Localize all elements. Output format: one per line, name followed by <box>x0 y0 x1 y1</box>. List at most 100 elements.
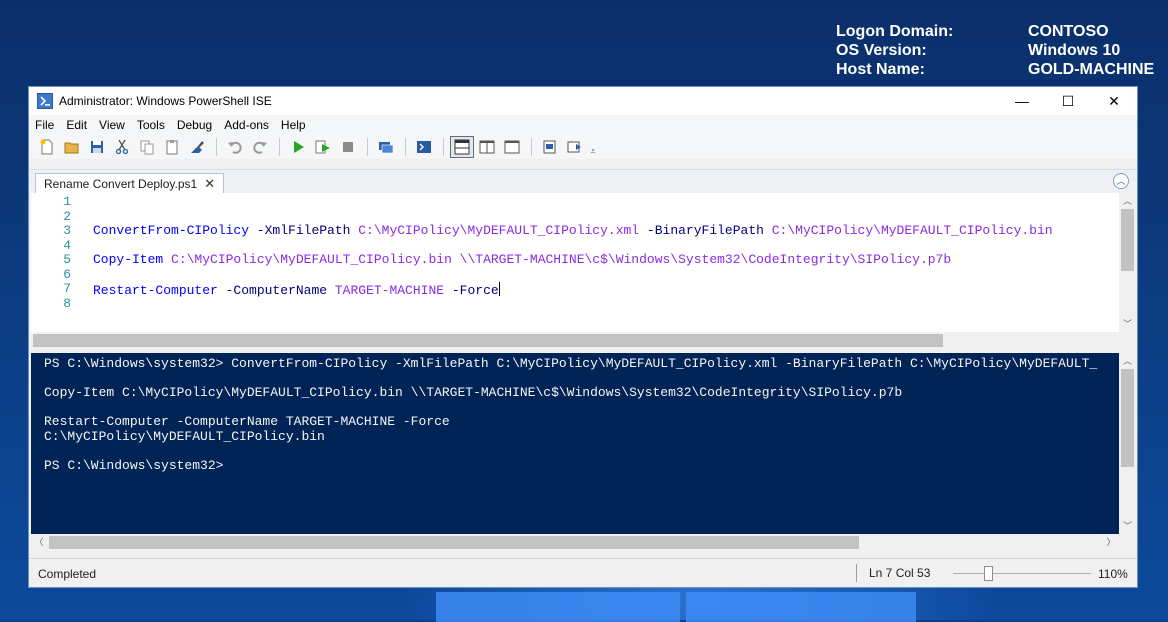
menu-view[interactable]: View <box>93 118 131 132</box>
code-line[interactable]: Copy-Item C:\MyCIPolicy\MyDEFAULT_CIPoli… <box>93 252 1053 268</box>
scroll-left-arrow-icon[interactable]: 〈 <box>31 534 47 551</box>
powershell-ise-icon <box>37 93 53 109</box>
status-separator <box>856 564 857 582</box>
line-number: 5 <box>63 252 71 267</box>
cut-icon[interactable] <box>110 136 134 158</box>
new-file-icon[interactable] <box>35 136 59 158</box>
line-numbers: 12345678 <box>53 194 71 311</box>
code-line[interactable] <box>93 210 1053 225</box>
script-editor[interactable]: 12345678 ConvertFrom-CIPolicy -XmlFilePa… <box>31 193 1119 332</box>
line-number: 8 <box>63 295 71 311</box>
text-caret <box>498 282 500 296</box>
paste-icon[interactable] <box>160 136 184 158</box>
script-pane-right-icon[interactable] <box>475 136 499 158</box>
editor-vertical-scrollbar[interactable]: ︿ ﹀ <box>1119 193 1136 332</box>
show-command-window-icon[interactable] <box>538 136 562 158</box>
code-token-arg: TARGET-MACHINE <box>327 283 445 298</box>
toolbar-separator <box>405 138 406 156</box>
script-tab[interactable]: Rename Convert Deploy.ps1 ✕ <box>35 173 225 195</box>
clear-icon[interactable] <box>185 136 209 158</box>
stop-icon[interactable] <box>336 136 360 158</box>
scroll-down-arrow-icon[interactable]: ﹀ <box>1119 316 1136 332</box>
console-horizontal-scrollbar[interactable]: 〈 〉 <box>31 534 1119 551</box>
scroll-up-arrow-icon[interactable]: ︿ <box>1119 193 1136 209</box>
line-number: 3 <box>63 223 71 238</box>
scrollbar-thumb[interactable] <box>33 334 943 347</box>
windows-logo-pane <box>686 592 916 622</box>
code-line[interactable] <box>93 268 1053 283</box>
toolbar-separator <box>367 138 368 156</box>
toolbar-separator <box>443 138 444 156</box>
undo-icon[interactable] <box>223 136 247 158</box>
code-token-param: -XmlFilePath <box>249 223 351 238</box>
open-folder-icon[interactable] <box>60 136 84 158</box>
script-pane-maximized-icon[interactable] <box>500 136 524 158</box>
menu-help[interactable]: Help <box>275 118 312 132</box>
code-token-param: -Force <box>444 283 499 298</box>
close-tab-icon[interactable]: ✕ <box>204 174 215 194</box>
line-number: 1 <box>63 194 71 209</box>
scroll-up-arrow-icon[interactable]: ︿ <box>1119 353 1136 369</box>
bginfo-row: Logon Domain: CONTOSO <box>836 22 1154 41</box>
toolbar-overflow-icon[interactable]: ⩡ <box>588 132 598 162</box>
code-line[interactable]: ConvertFrom-CIPolicy -XmlFilePath C:\MyC… <box>93 223 1053 239</box>
toolbar-separator <box>279 138 280 156</box>
console-line: C:\MyCIPolicy\MyDEFAULT_CIPolicy.bin <box>44 428 325 444</box>
bginfo-key: OS Version: <box>836 42 927 59</box>
toolbar-separator <box>531 138 532 156</box>
remote-powershell-icon[interactable] <box>374 136 398 158</box>
editor-horizontal-scrollbar[interactable] <box>31 332 1119 349</box>
save-icon[interactable] <box>85 136 109 158</box>
console-pane[interactable]: PS C:\Windows\system32> ConvertFrom-CIPo… <box>31 353 1119 534</box>
bginfo-key: Logon Domain: <box>836 23 954 40</box>
redo-icon[interactable] <box>248 136 272 158</box>
menu-file[interactable]: File <box>29 118 60 132</box>
bginfo-row: OS Version: Windows 10 <box>836 41 1154 60</box>
toolbar: ⩡ <box>29 135 1137 159</box>
code-line[interactable] <box>93 239 1053 254</box>
zoom-slider-thumb[interactable] <box>983 566 993 581</box>
code-token-cmd: ConvertFrom-CIPolicy <box>93 223 250 238</box>
line-number: 7 <box>63 281 71 296</box>
code-line[interactable] <box>93 299 1053 314</box>
line-number: 2 <box>63 208 71 224</box>
scrollbar-thumb[interactable] <box>1121 209 1134 271</box>
close-button[interactable]: ✕ <box>1091 87 1137 115</box>
run-selection-icon[interactable] <box>311 136 335 158</box>
maximize-button[interactable]: ☐ <box>1045 87 1091 115</box>
scrollbar-thumb[interactable] <box>1121 369 1134 467</box>
console-vertical-scrollbar[interactable]: ︿ ﹀ <box>1119 353 1136 534</box>
code-token-param: -ComputerName <box>217 283 328 298</box>
script-pane-top-icon[interactable] <box>450 136 474 158</box>
windows-logo-pane <box>436 592 680 622</box>
code-line[interactable] <box>93 195 1053 210</box>
script-tab-strip: Rename Convert Deploy.ps1 ✕ ︿ <box>29 169 1137 195</box>
status-text: Completed <box>38 567 97 581</box>
bginfo-value: CONTOSO <box>1028 23 1109 40</box>
menu-add-ons[interactable]: Add-ons <box>218 118 275 132</box>
menu-bar: File Edit View Tools Debug Add-ons Help <box>29 115 1137 135</box>
scroll-down-arrow-icon[interactable]: ﹀ <box>1119 518 1136 534</box>
code-token-arg: C:\MyCIPolicy\MyDEFAULT_CIPolicy.bin <box>763 223 1053 238</box>
scroll-right-arrow-icon[interactable]: 〉 <box>1103 534 1119 551</box>
powershell-console-icon[interactable] <box>412 136 436 158</box>
bginfo-value: Windows 10 <box>1028 42 1121 59</box>
zoom-slider[interactable] <box>953 566 1091 581</box>
bginfo-row: Host Name: GOLD-MACHINE <box>836 60 1154 79</box>
show-command-addon-icon[interactable] <box>563 136 587 158</box>
toolbar-separator <box>216 138 217 156</box>
menu-debug[interactable]: Debug <box>171 118 218 132</box>
title-bar[interactable]: Administrator: Windows PowerShell ISE — … <box>29 87 1137 115</box>
code-line[interactable]: Restart-Computer -ComputerName TARGET-MA… <box>93 282 1053 299</box>
script-code[interactable]: ConvertFrom-CIPolicy -XmlFilePath C:\MyC… <box>93 195 1053 313</box>
console-output: PS C:\Windows\system32> ConvertFrom-CIPo… <box>44 356 1097 473</box>
zoom-level: 110% <box>1098 567 1128 581</box>
menu-tools[interactable]: Tools <box>131 118 171 132</box>
menu-edit[interactable]: Edit <box>60 118 93 132</box>
minimize-button[interactable]: — <box>999 87 1045 115</box>
collapse-script-pane-icon[interactable]: ︿ <box>1113 173 1129 189</box>
run-icon[interactable] <box>286 136 310 158</box>
scrollbar-thumb[interactable] <box>49 536 859 549</box>
copy-icon[interactable] <box>135 136 159 158</box>
line-number: 4 <box>63 237 71 253</box>
